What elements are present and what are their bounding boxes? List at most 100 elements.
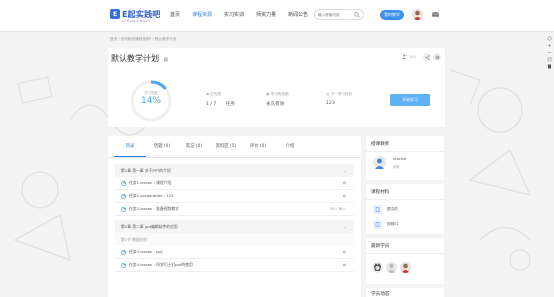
zoom-out-icon[interactable] [546,50,552,55]
material-item[interactable]: 视频01 [373,220,399,229]
chapter-row[interactable]: 第2章 第二章 ppt编辑软件的应用 ⌄ [115,220,354,233]
task-type-indicator: ▤ [342,250,346,254]
start-learning-button[interactable]: 开始学习 [390,94,430,106]
task-row[interactable]: 任务1-lesson : 课程介绍 ▤ [115,177,354,190]
nav-course-resources[interactable]: 课程资源 [192,11,212,18]
catalog-item-text: 第1章 第一章 关于PPT的介绍 [121,167,171,173]
task-type-indicator: ▤ [342,194,346,198]
logo-text: E起实践吧 [122,9,161,19]
stat-next-value: 123 [326,101,335,106]
my-teaching-button[interactable]: 我的教学 [380,10,404,20]
divider [366,199,444,200]
check-icon: ◉ [206,92,210,96]
materials-card: 课程材料 图文的 视频01 [366,184,444,234]
catalog-item-text: 第2章 第二章 ppt编辑软件的应用 [121,223,178,229]
chapter-row[interactable]: 第1章 第一章 关于PPT的介绍 ⌄ [115,164,354,177]
tab-materials[interactable]: 资料区 (5) [210,136,242,157]
collapse-icon[interactable]: ⌄ [343,225,346,229]
task-row[interactable]: 任务1-preparation : 123 ▤ [115,190,354,203]
student-avatar[interactable] [372,262,383,273]
nav-home[interactable]: 首页 [170,11,180,18]
student-avatar[interactable] [386,262,397,273]
teacher-avatar[interactable] [373,156,386,169]
nav-internship[interactable]: 实习实训 [224,11,244,18]
plan-title: 默认教学计划 [111,54,159,63]
teacher-card: 授课教师 teacher 助教 [366,136,444,180]
material-name: 图文的 [387,207,398,211]
progress-value: 14% [140,96,161,106]
search-input[interactable] [315,10,353,19]
floating-toolbar [546,36,552,71]
catalog-list: 第1章 第一章 关于PPT的介绍 ⌄ 任务1-lesson : 课程介绍 ▤ 任务1-p… [108,158,361,272]
catalog-item-text: 第1节 数据创作 [121,236,148,242]
nav-news[interactable]: 新闻公告 [288,11,308,18]
search-box [314,9,364,20]
student-activity-card: 学员动态 [366,288,444,297]
material-item[interactable]: 图文的 [373,205,398,214]
progress-label: 学习进度 [144,91,158,95]
task-status-icon [121,249,126,255]
task-row[interactable]: 任务3-lesson : ppt ▤ [115,246,354,259]
nav-faculty[interactable]: 师资力量 [256,11,276,18]
task-row[interactable]: 任务2-lesson : 准备视频教学 00 : 18 ▷ [115,203,354,216]
share-icon[interactable] [423,53,431,61]
materials-card-title: 课程材料 [371,190,390,195]
divider [366,151,444,152]
teacher-name[interactable]: teacher [393,157,407,161]
task-status-icon [121,180,126,186]
catalog-item-text: 任务2-lesson : 准备视频教学 [129,206,179,211]
stat-next-task: ▤ 下一学习任务 123 [326,92,352,106]
catalog-panel: 目录 话题 (0) 笔记 (0) 资料区 (5) 评价 (0) 介绍 第1章 第… [108,136,361,297]
task-row[interactable]: 任务4-lesson : 四学们士们ppt的使用 ▤ [115,259,354,272]
logo-mark: E [110,9,120,19]
message-icon[interactable] [432,12,439,19]
students-icon [402,54,408,61]
catalog-item-text: 任务1-lesson : 课程介绍 [129,180,172,185]
tab-topics[interactable]: 话题 (0) [146,136,178,157]
stat-validity-label: 学习有效期 [270,92,289,96]
tab-reviews[interactable]: 评价 (0) [242,136,274,157]
qr-icon[interactable]: ▦ [164,57,169,63]
collapse-icon[interactable]: ⌄ [343,169,346,173]
zoom-in-icon[interactable] [546,43,552,48]
catalog-item-text: 任务1-preparation : 123 [129,193,174,198]
stat-completed-value: 1 / 7 [206,102,217,107]
task-type-indicator: ▤ [342,181,346,185]
settings-icon[interactable] [433,53,441,61]
task-status-icon [121,262,126,268]
plan-toolbar: 0人 [402,53,441,61]
students-card-title: 最新学员 [371,244,390,249]
page-title: 默认教学计划 ▦ [111,53,168,64]
stat-completed: ◉ 已完成 1 / 7 任务 [206,92,235,107]
material-name: 视频01 [387,222,399,226]
tab-notes[interactable]: 笔记 (0) [178,136,210,157]
breadcrumb: 首页 / 如何制作课程视频? / 默认教学计划 [110,37,177,41]
user-avatar[interactable] [412,9,423,20]
logo-subtitle: 17 Practice Project [122,19,150,23]
file-icon [373,205,382,214]
bookmark-icon[interactable] [546,64,552,69]
student-count: 0人 [410,54,416,59]
calendar-icon: ▣ [266,92,270,96]
task-status-icon [121,206,126,212]
main-nav: 首页 课程资源 实习实训 师资力量 新闻公告 [170,11,320,18]
task-type-indicator: ▤ [342,263,346,267]
teacher-card-title: 授课教师 [371,142,390,147]
expand-icon[interactable] [546,36,552,41]
unit-row[interactable]: 第1节 数据创作 [115,233,354,246]
stat-next-label: 下一学习任务 [330,92,353,96]
tab-catalog[interactable]: 目录 [114,136,146,157]
teacher-role: 助教 [393,165,400,169]
stat-validity: ▣ 学习有效期 永久有效 [266,92,289,107]
catalog-item-text: 任务4-lesson : 四学们士们ppt的使用 [129,262,193,267]
search-icon[interactable] [354,12,360,20]
stat-validity-value: 永久有效 [266,102,285,107]
latest-students-card: 最新学员 [366,238,444,284]
task-status-icon [121,193,126,199]
stat-completed-label: 已完成 [210,92,222,96]
student-avatar[interactable] [400,262,411,273]
document-icon: ▤ [326,92,330,96]
top-navigation-bar: E E起实践吧 17 Practice Project 首页 课程资源 实习实训… [0,0,554,32]
fullscreen-icon[interactable] [546,57,552,62]
tab-intro[interactable]: 介绍 [274,136,306,157]
